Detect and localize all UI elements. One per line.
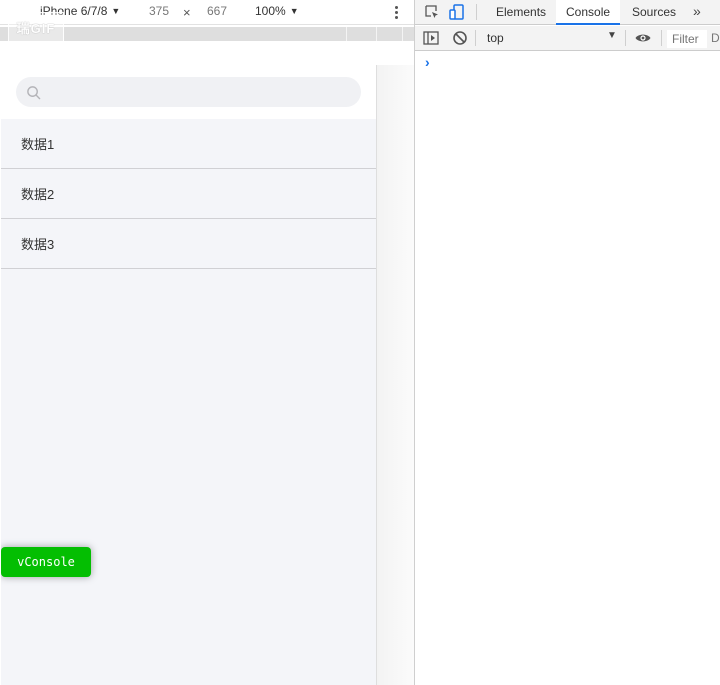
more-tabs-icon[interactable]: »	[693, 3, 701, 19]
clear-console-icon[interactable]	[451, 29, 469, 47]
list-item[interactable]: 数据3	[1, 219, 376, 269]
chevron-down-icon: ▼	[111, 6, 121, 16]
sidebar-toggle-icon[interactable]	[422, 29, 440, 47]
default-levels-select[interactable]: D	[711, 31, 720, 45]
height-field[interactable]: 667	[207, 4, 227, 18]
chevron-down-icon: ▼	[289, 6, 299, 16]
zoom-value: 100%	[255, 4, 286, 18]
search-icon	[27, 86, 41, 100]
eye-icon[interactable]	[634, 29, 652, 47]
context-select[interactable]: top	[479, 29, 619, 48]
tab-sources[interactable]: Sources	[622, 0, 686, 25]
devtools-panel: Elements Console Sources » top ▼ Filter …	[415, 0, 720, 685]
inspect-element-icon[interactable]	[423, 3, 441, 21]
search-bar	[1, 65, 376, 119]
zoom-select[interactable]: 100% ▼	[255, 4, 299, 18]
data-list: 数据1 数据2 数据3	[1, 119, 376, 269]
list-item[interactable]: 数据2	[1, 169, 376, 219]
tab-elements[interactable]: Elements	[486, 0, 556, 25]
device-toggle-icon[interactable]	[448, 3, 466, 21]
more-options-icon[interactable]	[389, 2, 403, 22]
console-prompt[interactable]: ›	[425, 54, 430, 70]
times-sign: ×	[183, 5, 191, 20]
list-item-label: 数据2	[21, 187, 55, 202]
devtools-tabbar: Elements Console Sources »	[415, 0, 720, 25]
width-field[interactable]: 375	[149, 4, 169, 18]
mobile-viewport: 数据1 数据2 数据3 vConsole	[1, 65, 377, 685]
resize-handle[interactable]	[377, 65, 414, 685]
filter-input[interactable]	[667, 30, 707, 48]
tab-console[interactable]: Console	[556, 0, 621, 25]
vconsole-button[interactable]: vConsole	[1, 547, 91, 577]
watermark-logo: 瑞GIF	[8, 12, 64, 42]
chevron-down-icon: ▼	[607, 30, 617, 41]
list-item[interactable]: 数据1	[1, 119, 376, 169]
list-item-label: 数据1	[21, 137, 55, 152]
list-item-label: 数据3	[21, 237, 55, 252]
screen: iPhone 6/7/8 ▼ 375 × 667 100% ▼ 瑞GIF 数据1…	[0, 0, 720, 685]
device-emulation-pane: iPhone 6/7/8 ▼ 375 × 667 100% ▼ 瑞GIF 数据1…	[0, 0, 414, 685]
search-input[interactable]	[16, 77, 361, 107]
console-toolbar: top ▼ D	[415, 26, 720, 51]
